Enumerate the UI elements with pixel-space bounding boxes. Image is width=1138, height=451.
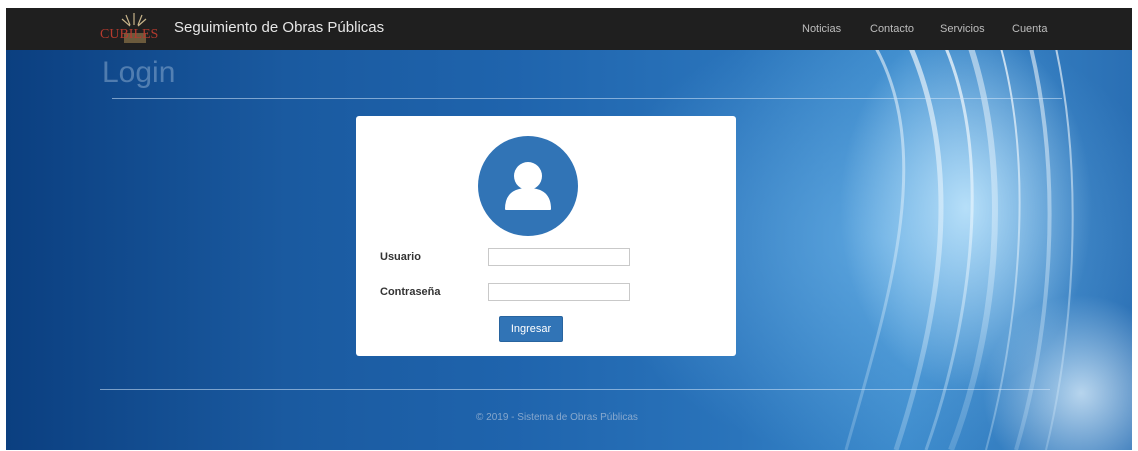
title-divider	[112, 98, 1062, 99]
nav-cuenta[interactable]: Cuenta	[1012, 23, 1047, 35]
nav-servicios[interactable]: Servicios	[940, 23, 985, 35]
login-submit-button[interactable]: Ingresar	[499, 316, 563, 342]
password-label: Contraseña	[380, 286, 441, 298]
footer-copyright: © 2019 - Sistema de Obras Públicas	[476, 412, 638, 423]
page-background: CUBILES Seguimiento de Obras Públicas No…	[6, 8, 1132, 450]
cubiles-logo[interactable]: CUBILES	[96, 11, 174, 47]
top-navbar: CUBILES Seguimiento de Obras Públicas No…	[6, 8, 1132, 50]
password-input[interactable]	[488, 283, 630, 301]
logo-text: CUBILES	[100, 27, 158, 42]
login-card: Usuario Contraseña Ingresar	[356, 116, 736, 356]
page-title: Login	[102, 56, 176, 89]
footer-divider	[100, 389, 1050, 390]
nav-contacto[interactable]: Contacto	[870, 23, 914, 35]
brand-title[interactable]: Seguimiento de Obras Públicas	[174, 19, 384, 36]
user-icon	[505, 162, 551, 210]
username-input[interactable]	[488, 248, 630, 266]
nav-noticias[interactable]: Noticias	[802, 23, 841, 35]
avatar	[478, 136, 578, 236]
username-label: Usuario	[380, 251, 421, 263]
